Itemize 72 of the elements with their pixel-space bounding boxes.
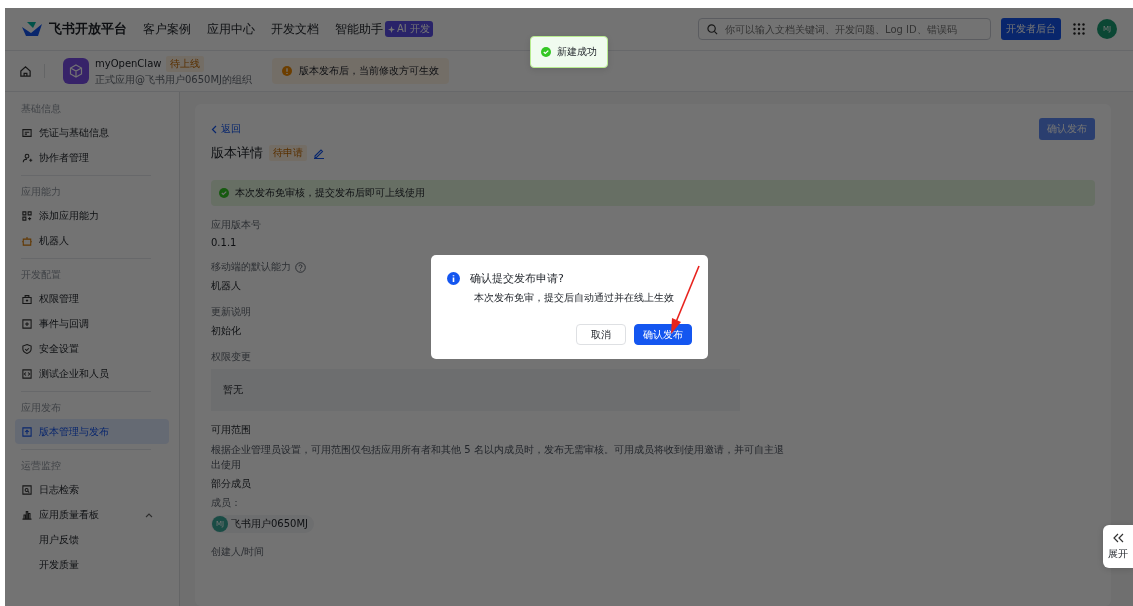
sidebar-item[interactable]: 凭证与基础信息 [15,120,169,145]
menu-icon [21,317,33,330]
home-icon[interactable] [19,64,32,78]
field-label: 应用版本号 [211,218,261,232]
notice-text: 版本发布后，当前修改方可生效 [299,64,440,78]
sparkle-icon [388,25,395,33]
field-label: 可用范围 [211,423,251,437]
toast-text: 新建成功 [557,45,597,59]
back-link[interactable]: 返回 [211,122,241,136]
sidebar-item[interactable]: 测试企业和人员 [15,361,169,386]
app-name: myOpenClaw [95,58,162,69]
nav-link[interactable]: 智能助手 [335,20,383,38]
nav-link[interactable]: 应用中心 [207,20,255,38]
double-chevron-icon [1112,532,1124,543]
menu-icon [21,367,33,380]
sidebar-item[interactable]: 版本管理与发布 [15,419,169,444]
page-title: 版本详情 [211,144,263,162]
menu-icon [21,425,33,438]
menu-icon [21,292,33,305]
field-value: 机器人 [211,279,241,293]
nav-link[interactable]: 开发文档 [271,20,319,38]
chevron-icon[interactable] [145,511,153,518]
chevron-left-icon [211,124,217,134]
sidebar-subitem[interactable]: 用户反馈 [15,527,169,552]
status-tag: 待申请 [269,145,307,161]
sidebar-item[interactable]: 日志检索 [15,477,169,502]
field-value: 部分成员 [211,477,251,491]
field-value: 0.1.1 [211,237,237,248]
help-icon[interactable] [295,261,306,273]
field-label: 权限变更 [211,350,251,364]
sidebar-item[interactable]: 协作者管理 [15,145,169,170]
publish-button[interactable]: 确认发布 [1039,118,1095,140]
sidebar-item[interactable]: 事件与回调 [15,311,169,336]
menu-icon [21,234,33,247]
cancel-button[interactable]: 取消 [576,324,626,345]
expand-panel-button[interactable]: 展开 [1103,525,1133,568]
search-icon [707,23,718,35]
ai-badge: AI 开发 [385,21,433,37]
member-name: 飞书用户0650MJ [231,517,309,531]
menu-icon [21,483,33,496]
logo-text[interactable]: 飞书开放平台 [49,20,127,38]
nav-link[interactable]: 客户案例 [143,20,191,38]
developer-console-button[interactable]: 开发者后台 [1001,18,1061,40]
scope-description: 根据企业管理员设置，可用范围仅包括应用所有者和其他 5 名以内成员时，发布无需审核。可用成员将收到使用邀请，并可自主退出使用 [211,443,785,472]
sidebar-item[interactable]: 添加应用能力 [15,203,169,228]
sidebar-subitem[interactable]: 开发质量 [15,552,169,577]
edit-icon[interactable] [313,147,325,159]
confirm-button[interactable]: 确认发布 [634,324,692,345]
field-value: 初始化 [211,324,241,338]
info-icon [447,272,460,285]
menu-icon [21,126,33,139]
menu-icon [21,151,33,164]
dialog-title: 确认提交发布申请? [470,271,564,286]
check-icon [541,47,551,57]
apps-grid-icon[interactable] [1073,23,1085,35]
sidebar-item[interactable]: 应用质量看板 [15,502,169,527]
sidebar-item[interactable]: 权限管理 [15,286,169,311]
menu-icon [21,508,33,521]
logo-icon [21,21,43,37]
status-tag: 待上线 [166,55,205,72]
warning-icon [282,66,293,76]
menu-icon [21,209,33,222]
sidebar-item[interactable]: 安全设置 [15,336,169,361]
check-icon [219,188,229,198]
dialog-message: 本次发布免审，提交后自动通过并在线上生效 [474,291,675,305]
banner-text: 本次发布免审核，提交发布后即可上线使用 [235,186,425,200]
members-label: 成员： [211,496,241,510]
sidebar-item[interactable]: 机器人 [15,228,169,253]
field-value: 暂无 [223,383,243,397]
app-icon [63,58,89,84]
menu-icon [21,342,33,355]
field-label: 更新说明 [211,305,251,319]
